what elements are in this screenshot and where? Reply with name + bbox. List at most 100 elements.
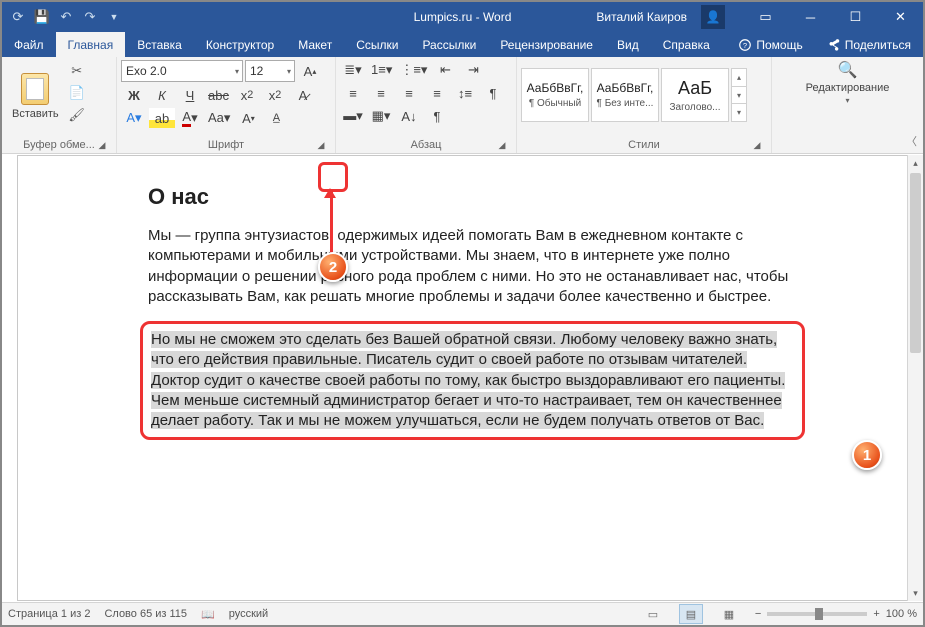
tab-insert[interactable]: Вставка	[125, 32, 194, 57]
share-button[interactable]: Поделиться	[815, 32, 923, 57]
spellcheck-icon[interactable]: 📖	[201, 608, 215, 621]
group-paragraph-label: Абзац	[411, 139, 442, 151]
inc-indent-icon[interactable]: ⇥	[460, 60, 486, 80]
shrink-font-2-icon[interactable]: A▾	[235, 108, 261, 128]
align-center-icon[interactable]: ≡	[368, 83, 394, 103]
font-launcher[interactable]: ◢	[313, 137, 329, 153]
clear-format-icon[interactable]: A̷	[290, 85, 316, 105]
view-read-icon[interactable]: ▭	[641, 604, 665, 624]
svg-text:?: ?	[743, 40, 747, 49]
align-left-icon[interactable]: ≡	[340, 83, 366, 103]
italic-button[interactable]: К	[149, 85, 175, 105]
bold-button[interactable]: Ж	[121, 85, 147, 105]
tab-home[interactable]: Главная	[56, 32, 126, 57]
vertical-scrollbar[interactable]: ▴ ▾	[907, 155, 923, 601]
doc-paragraph-1: Мы — группа энтузиастов, одержимых идеей…	[148, 226, 797, 307]
show-marks-icon[interactable]: ¶	[480, 83, 506, 103]
superscript-button[interactable]: x2	[262, 85, 288, 105]
paragraph-marks-icon[interactable]: ¶	[424, 106, 450, 126]
view-print-icon[interactable]: ▤	[679, 604, 703, 624]
undo-icon[interactable]: ↶	[58, 9, 74, 25]
paste-button[interactable]: Вставить	[6, 60, 65, 132]
style-nospacing[interactable]: АаБбВвГг,¶ Без инте...	[591, 68, 659, 122]
status-bar: Страница 1 из 2 Слово 65 из 115 📖 русски…	[2, 602, 923, 625]
callout-arrow	[330, 190, 333, 254]
styles-scroll[interactable]: ▴▾▾	[731, 68, 747, 122]
cut-icon[interactable]: ✂	[68, 62, 86, 80]
copy-icon[interactable]: 📄	[68, 84, 86, 102]
style-normal[interactable]: АаБбВвГг,¶ Обычный	[521, 68, 589, 122]
scroll-up-icon[interactable]: ▴	[908, 155, 923, 171]
group-font: Exo 2.0▾ 12▾ A▴ Ж К Ч abc x2 x2 A̷ A▾ ab…	[117, 57, 336, 153]
tab-design[interactable]: Конструктор	[194, 32, 286, 57]
view-web-icon[interactable]: ▦	[717, 604, 741, 624]
find-icon[interactable]: 🔍	[834, 60, 860, 80]
selection-callout-box: Но мы не сможем это сделать без Вашей об…	[140, 321, 805, 440]
styles-launcher[interactable]: ◢	[749, 137, 765, 153]
editing-dropdown-icon[interactable]: ▾	[845, 96, 849, 105]
autosave-icon[interactable]: ⟳	[10, 9, 26, 25]
ribbon-options-icon[interactable]: ▭	[743, 2, 788, 32]
borders-icon[interactable]: ▦▾	[368, 106, 394, 126]
strike-button[interactable]: abc	[205, 85, 232, 105]
line-spacing-icon[interactable]: ↕≡	[452, 83, 478, 103]
user-name[interactable]: Виталий Каиров	[586, 10, 697, 24]
redo-icon[interactable]: ↷	[82, 9, 98, 25]
align-right-icon[interactable]: ≡	[396, 83, 422, 103]
shading-icon[interactable]: ▬▾	[340, 106, 366, 126]
paragraph-launcher[interactable]: ◢	[494, 137, 510, 153]
document-area[interactable]: О нас Мы — группа энтузиастов, одержимых…	[17, 155, 908, 601]
callout-badge-1: 1	[852, 440, 882, 470]
scroll-thumb[interactable]	[910, 173, 921, 353]
status-lang[interactable]: русский	[229, 608, 268, 620]
quick-access: ⟳ 💾 ↶ ↷ ▼	[2, 9, 130, 25]
tab-mailings[interactable]: Рассылки	[410, 32, 488, 57]
font-name-combo[interactable]: Exo 2.0▾	[121, 60, 243, 82]
grow-font-icon[interactable]: A▴	[297, 61, 323, 81]
zoom-in-button[interactable]: +	[873, 608, 879, 620]
subscript-button[interactable]: x2	[234, 85, 260, 105]
tab-file[interactable]: Файл	[2, 32, 56, 57]
tab-review[interactable]: Рецензирование	[488, 32, 605, 57]
numbering-icon[interactable]: 1≡▾	[368, 60, 395, 80]
style-heading1[interactable]: АаБЗаголово...	[661, 68, 729, 122]
group-editing-label[interactable]: Редактирование	[806, 82, 890, 94]
maximize-button[interactable]: ☐	[833, 2, 878, 32]
zoom-value[interactable]: 100 %	[886, 608, 917, 620]
qat-dropdown-icon[interactable]: ▼	[106, 9, 122, 25]
justify-icon[interactable]: ≡	[424, 83, 450, 103]
ribbon-tabs: Файл Главная Вставка Конструктор Макет С…	[2, 32, 923, 57]
text-effects-icon[interactable]: A▾	[121, 108, 147, 128]
save-icon[interactable]: 💾	[34, 9, 50, 25]
status-page[interactable]: Страница 1 из 2	[8, 608, 90, 620]
change-case-icon[interactable]: Aa▾	[205, 108, 233, 128]
char-shading-icon[interactable]: A̲	[263, 108, 289, 128]
highlight-icon[interactable]: ab	[149, 108, 175, 128]
dec-indent-icon[interactable]: ⇤	[432, 60, 458, 80]
underline-button[interactable]: Ч	[177, 85, 203, 105]
tab-view[interactable]: Вид	[605, 32, 651, 57]
help-button[interactable]: ?Помощь	[726, 32, 814, 57]
doc-paragraph-2: Но мы не сможем это сделать без Вашей об…	[151, 330, 794, 431]
format-painter-icon[interactable]: 🖌	[68, 106, 86, 124]
titlebar: ⟳ 💾 ↶ ↷ ▼ Lumpics.ru - Word Виталий Каир…	[2, 2, 923, 32]
zoom-out-button[interactable]: −	[755, 608, 761, 620]
sort-icon[interactable]: A↓	[396, 106, 422, 126]
tab-help[interactable]: Справка	[651, 32, 722, 57]
avatar[interactable]: 👤	[701, 5, 725, 29]
tab-layout[interactable]: Макет	[286, 32, 344, 57]
bullets-icon[interactable]: ≣▾	[340, 60, 366, 80]
minimize-button[interactable]: ─	[788, 2, 833, 32]
scroll-down-icon[interactable]: ▾	[908, 585, 923, 601]
collapse-ribbon-icon[interactable]: 〈	[906, 133, 917, 149]
clipboard-launcher[interactable]: ◢	[94, 137, 110, 153]
group-styles-label: Стили	[628, 139, 660, 151]
font-size-combo[interactable]: 12▾	[245, 60, 295, 82]
status-words[interactable]: Слово 65 из 115	[104, 608, 187, 620]
zoom-slider[interactable]	[767, 612, 867, 616]
tab-references[interactable]: Ссылки	[344, 32, 410, 57]
multilevel-icon[interactable]: ⋮≡▾	[397, 60, 430, 80]
font-color-icon[interactable]: A▾	[177, 108, 203, 128]
group-font-label: Шрифт	[208, 139, 244, 151]
close-button[interactable]: ✕	[878, 2, 923, 32]
